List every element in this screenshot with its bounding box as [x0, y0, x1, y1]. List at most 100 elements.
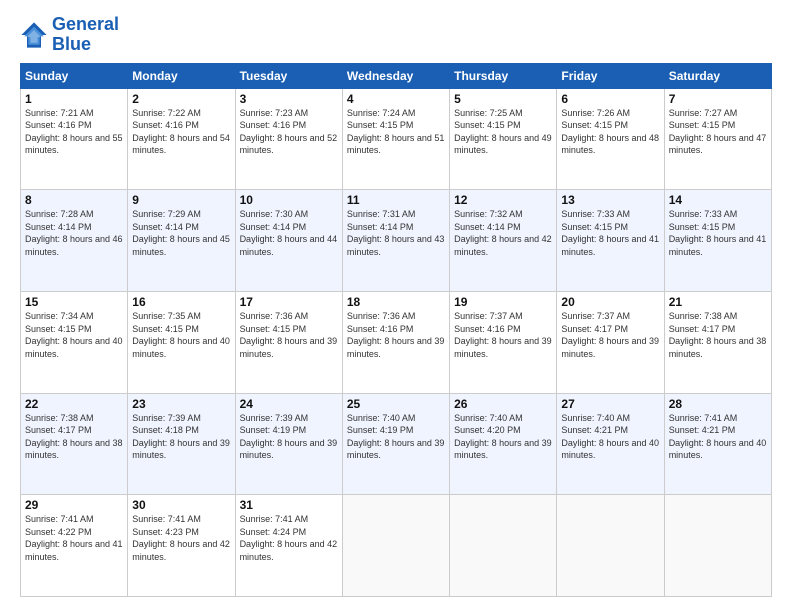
weekday-header-monday: Monday	[128, 63, 235, 88]
day-cell	[664, 495, 771, 597]
weekday-header-saturday: Saturday	[664, 63, 771, 88]
day-cell: 14 Sunrise: 7:33 AMSunset: 4:15 PMDaylig…	[664, 190, 771, 292]
day-info: Sunrise: 7:33 AMSunset: 4:15 PMDaylight:…	[669, 209, 767, 257]
day-info: Sunrise: 7:40 AMSunset: 4:19 PMDaylight:…	[347, 413, 445, 461]
day-number: 20	[561, 295, 659, 309]
logo-line1: General	[52, 15, 119, 35]
day-number: 19	[454, 295, 552, 309]
day-number: 5	[454, 92, 552, 106]
day-number: 29	[25, 498, 123, 512]
day-cell: 13 Sunrise: 7:33 AMSunset: 4:15 PMDaylig…	[557, 190, 664, 292]
logo-icon	[20, 21, 48, 49]
week-row-1: 1 Sunrise: 7:21 AMSunset: 4:16 PMDayligh…	[21, 88, 772, 190]
day-cell: 21 Sunrise: 7:38 AMSunset: 4:17 PMDaylig…	[664, 291, 771, 393]
week-row-4: 22 Sunrise: 7:38 AMSunset: 4:17 PMDaylig…	[21, 393, 772, 495]
day-info: Sunrise: 7:26 AMSunset: 4:15 PMDaylight:…	[561, 108, 659, 156]
day-cell: 6 Sunrise: 7:26 AMSunset: 4:15 PMDayligh…	[557, 88, 664, 190]
day-number: 1	[25, 92, 123, 106]
weekday-header-tuesday: Tuesday	[235, 63, 342, 88]
day-number: 17	[240, 295, 338, 309]
day-cell: 7 Sunrise: 7:27 AMSunset: 4:15 PMDayligh…	[664, 88, 771, 190]
day-cell: 3 Sunrise: 7:23 AMSunset: 4:16 PMDayligh…	[235, 88, 342, 190]
day-cell: 20 Sunrise: 7:37 AMSunset: 4:17 PMDaylig…	[557, 291, 664, 393]
day-cell: 18 Sunrise: 7:36 AMSunset: 4:16 PMDaylig…	[342, 291, 449, 393]
day-cell: 5 Sunrise: 7:25 AMSunset: 4:15 PMDayligh…	[450, 88, 557, 190]
day-number: 13	[561, 193, 659, 207]
day-info: Sunrise: 7:38 AMSunset: 4:17 PMDaylight:…	[25, 413, 123, 461]
day-number: 12	[454, 193, 552, 207]
day-cell: 24 Sunrise: 7:39 AMSunset: 4:19 PMDaylig…	[235, 393, 342, 495]
day-cell: 27 Sunrise: 7:40 AMSunset: 4:21 PMDaylig…	[557, 393, 664, 495]
logo: General Blue	[20, 15, 119, 55]
day-cell: 30 Sunrise: 7:41 AMSunset: 4:23 PMDaylig…	[128, 495, 235, 597]
week-row-5: 29 Sunrise: 7:41 AMSunset: 4:22 PMDaylig…	[21, 495, 772, 597]
day-cell: 22 Sunrise: 7:38 AMSunset: 4:17 PMDaylig…	[21, 393, 128, 495]
day-number: 27	[561, 397, 659, 411]
day-cell: 11 Sunrise: 7:31 AMSunset: 4:14 PMDaylig…	[342, 190, 449, 292]
day-number: 8	[25, 193, 123, 207]
day-info: Sunrise: 7:37 AMSunset: 4:17 PMDaylight:…	[561, 311, 659, 359]
day-info: Sunrise: 7:39 AMSunset: 4:19 PMDaylight:…	[240, 413, 338, 461]
day-number: 22	[25, 397, 123, 411]
day-number: 30	[132, 498, 230, 512]
day-info: Sunrise: 7:36 AMSunset: 4:16 PMDaylight:…	[347, 311, 445, 359]
day-info: Sunrise: 7:40 AMSunset: 4:20 PMDaylight:…	[454, 413, 552, 461]
weekday-header-row: SundayMondayTuesdayWednesdayThursdayFrid…	[21, 63, 772, 88]
day-cell: 12 Sunrise: 7:32 AMSunset: 4:14 PMDaylig…	[450, 190, 557, 292]
day-number: 31	[240, 498, 338, 512]
day-info: Sunrise: 7:40 AMSunset: 4:21 PMDaylight:…	[561, 413, 659, 461]
day-cell: 28 Sunrise: 7:41 AMSunset: 4:21 PMDaylig…	[664, 393, 771, 495]
day-cell: 10 Sunrise: 7:30 AMSunset: 4:14 PMDaylig…	[235, 190, 342, 292]
day-info: Sunrise: 7:39 AMSunset: 4:18 PMDaylight:…	[132, 413, 230, 461]
day-cell: 17 Sunrise: 7:36 AMSunset: 4:15 PMDaylig…	[235, 291, 342, 393]
day-info: Sunrise: 7:22 AMSunset: 4:16 PMDaylight:…	[132, 108, 230, 156]
day-info: Sunrise: 7:41 AMSunset: 4:22 PMDaylight:…	[25, 514, 123, 562]
day-info: Sunrise: 7:33 AMSunset: 4:15 PMDaylight:…	[561, 209, 659, 257]
day-cell: 23 Sunrise: 7:39 AMSunset: 4:18 PMDaylig…	[128, 393, 235, 495]
day-info: Sunrise: 7:27 AMSunset: 4:15 PMDaylight:…	[669, 108, 767, 156]
day-info: Sunrise: 7:35 AMSunset: 4:15 PMDaylight:…	[132, 311, 230, 359]
header: General Blue	[20, 15, 772, 55]
day-number: 4	[347, 92, 445, 106]
day-info: Sunrise: 7:28 AMSunset: 4:14 PMDaylight:…	[25, 209, 123, 257]
day-number: 21	[669, 295, 767, 309]
day-number: 25	[347, 397, 445, 411]
day-info: Sunrise: 7:32 AMSunset: 4:14 PMDaylight:…	[454, 209, 552, 257]
day-number: 10	[240, 193, 338, 207]
day-number: 15	[25, 295, 123, 309]
week-row-3: 15 Sunrise: 7:34 AMSunset: 4:15 PMDaylig…	[21, 291, 772, 393]
day-cell: 15 Sunrise: 7:34 AMSunset: 4:15 PMDaylig…	[21, 291, 128, 393]
day-info: Sunrise: 7:37 AMSunset: 4:16 PMDaylight:…	[454, 311, 552, 359]
day-info: Sunrise: 7:31 AMSunset: 4:14 PMDaylight:…	[347, 209, 445, 257]
day-info: Sunrise: 7:41 AMSunset: 4:23 PMDaylight:…	[132, 514, 230, 562]
day-info: Sunrise: 7:41 AMSunset: 4:24 PMDaylight:…	[240, 514, 338, 562]
day-cell: 4 Sunrise: 7:24 AMSunset: 4:15 PMDayligh…	[342, 88, 449, 190]
day-cell: 8 Sunrise: 7:28 AMSunset: 4:14 PMDayligh…	[21, 190, 128, 292]
page: General Blue SundayMondayTuesdayWednesda…	[0, 0, 792, 612]
calendar: SundayMondayTuesdayWednesdayThursdayFrid…	[20, 63, 772, 597]
day-number: 28	[669, 397, 767, 411]
day-number: 11	[347, 193, 445, 207]
day-info: Sunrise: 7:36 AMSunset: 4:15 PMDaylight:…	[240, 311, 338, 359]
logo-text: General Blue	[52, 15, 119, 55]
day-info: Sunrise: 7:21 AMSunset: 4:16 PMDaylight:…	[25, 108, 123, 156]
logo-line2: Blue	[52, 35, 119, 55]
day-number: 16	[132, 295, 230, 309]
weekday-header-wednesday: Wednesday	[342, 63, 449, 88]
day-info: Sunrise: 7:41 AMSunset: 4:21 PMDaylight:…	[669, 413, 767, 461]
day-cell: 16 Sunrise: 7:35 AMSunset: 4:15 PMDaylig…	[128, 291, 235, 393]
week-row-2: 8 Sunrise: 7:28 AMSunset: 4:14 PMDayligh…	[21, 190, 772, 292]
day-cell	[450, 495, 557, 597]
day-cell: 9 Sunrise: 7:29 AMSunset: 4:14 PMDayligh…	[128, 190, 235, 292]
day-cell: 1 Sunrise: 7:21 AMSunset: 4:16 PMDayligh…	[21, 88, 128, 190]
day-number: 24	[240, 397, 338, 411]
day-cell	[342, 495, 449, 597]
day-number: 18	[347, 295, 445, 309]
day-cell: 31 Sunrise: 7:41 AMSunset: 4:24 PMDaylig…	[235, 495, 342, 597]
weekday-header-thursday: Thursday	[450, 63, 557, 88]
day-cell: 25 Sunrise: 7:40 AMSunset: 4:19 PMDaylig…	[342, 393, 449, 495]
day-cell: 26 Sunrise: 7:40 AMSunset: 4:20 PMDaylig…	[450, 393, 557, 495]
day-number: 2	[132, 92, 230, 106]
day-info: Sunrise: 7:24 AMSunset: 4:15 PMDaylight:…	[347, 108, 445, 156]
day-number: 7	[669, 92, 767, 106]
